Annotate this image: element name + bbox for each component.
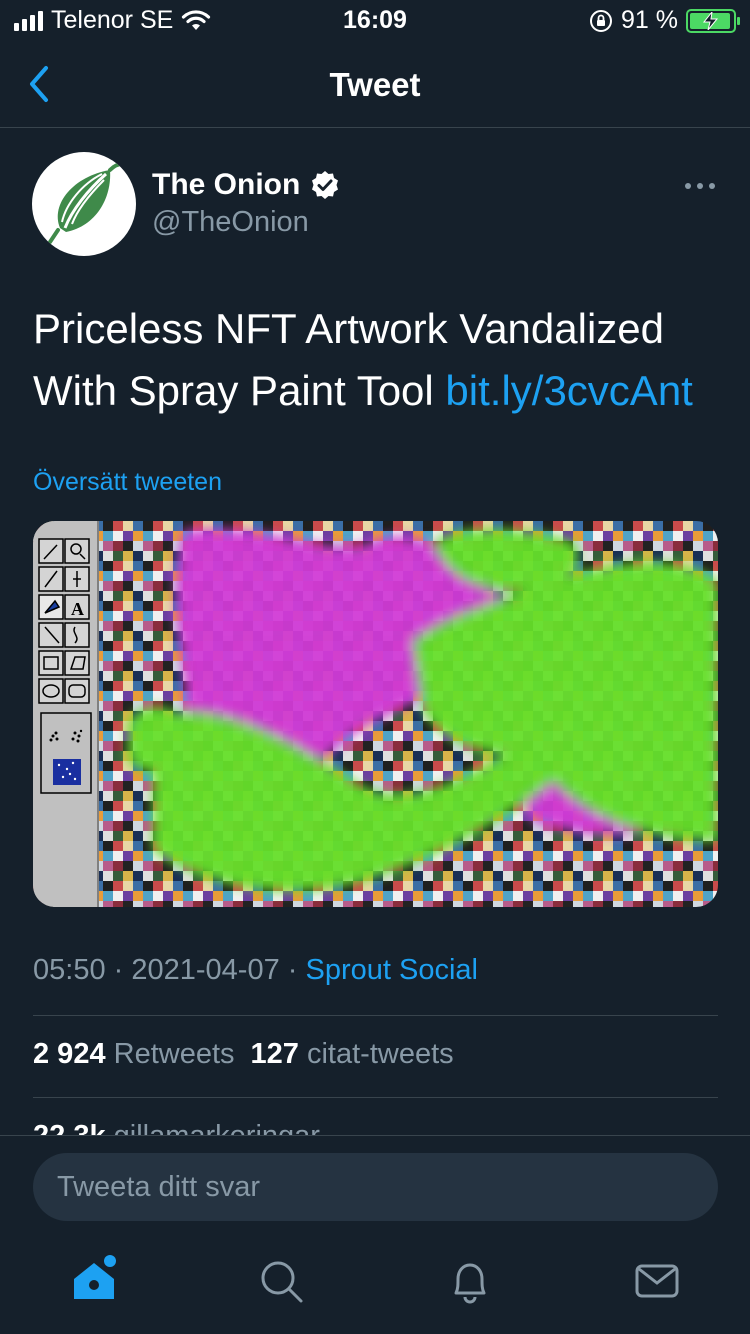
status-bar: Telenor SE 16:09 91 % <box>0 0 750 42</box>
author-handle[interactable]: @TheOnion <box>152 206 309 239</box>
charging-bolt-icon <box>702 11 719 30</box>
likes-count: 22,3k <box>33 1122 106 1136</box>
battery-percent: 91 % <box>621 6 678 34</box>
tweet-stats: 2 924 Retweets 127 citat-tweets <box>33 1038 454 1071</box>
status-right: 91 % <box>589 6 740 35</box>
author-name-text: The Onion <box>152 168 301 201</box>
quotes-count: 127 <box>250 1038 299 1070</box>
translate-tweet-link[interactable]: Översätt tweeten <box>33 468 222 497</box>
svg-text:A: A <box>71 599 84 619</box>
page-title: Tweet <box>329 66 421 103</box>
verified-badge-icon <box>312 171 339 199</box>
tweet-date: 2021-04-07 <box>131 954 280 986</box>
tweet-text: Priceless NFT Artwork Vandalized With Sp… <box>33 298 723 422</box>
quotes-stat[interactable]: 127 citat-tweets <box>251 1038 454 1071</box>
divider <box>33 1097 718 1098</box>
reply-bar: Tweeta ditt svar <box>0 1135 750 1235</box>
search-icon[interactable] <box>257 1257 305 1305</box>
messages-icon[interactable] <box>633 1257 681 1305</box>
tweet-link[interactable]: bit.ly/3cvcAnt <box>445 367 692 414</box>
tab-bar <box>0 1235 750 1334</box>
more-options-icon[interactable] <box>684 172 716 200</box>
notifications-icon[interactable] <box>446 1257 494 1305</box>
tweet-time: 05:50 <box>33 954 106 986</box>
tweet-image[interactable]: A <box>33 521 718 907</box>
nav-bar: Tweet <box>0 42 750 128</box>
avatar[interactable] <box>32 152 136 256</box>
nft-artwork-image: A <box>33 521 718 907</box>
likes-stat[interactable]: 22,3k gillamarkeringar <box>33 1122 320 1136</box>
onion-logo-icon <box>48 162 124 244</box>
battery-icon <box>686 8 740 33</box>
meta-separator: · <box>287 954 298 986</box>
tweet-source-link[interactable]: Sprout Social <box>306 954 479 986</box>
divider <box>33 1015 718 1016</box>
tweet-meta: 05:50 · 2021-04-07 · Sprout Social <box>33 954 478 987</box>
rotation-lock-icon <box>590 9 613 32</box>
author-name[interactable]: The Onion <box>152 168 340 202</box>
meta-separator: · <box>113 954 124 986</box>
reply-input[interactable]: Tweeta ditt svar <box>33 1153 718 1221</box>
quotes-label: citat-tweets <box>306 1038 454 1070</box>
likes-label: gillamarkeringar <box>114 1122 320 1136</box>
retweets-label: Retweets <box>113 1038 235 1070</box>
retweets-stat[interactable]: 2 924 Retweets <box>33 1038 235 1071</box>
retweets-count: 2 924 <box>33 1038 106 1070</box>
new-content-indicator <box>104 1255 116 1267</box>
